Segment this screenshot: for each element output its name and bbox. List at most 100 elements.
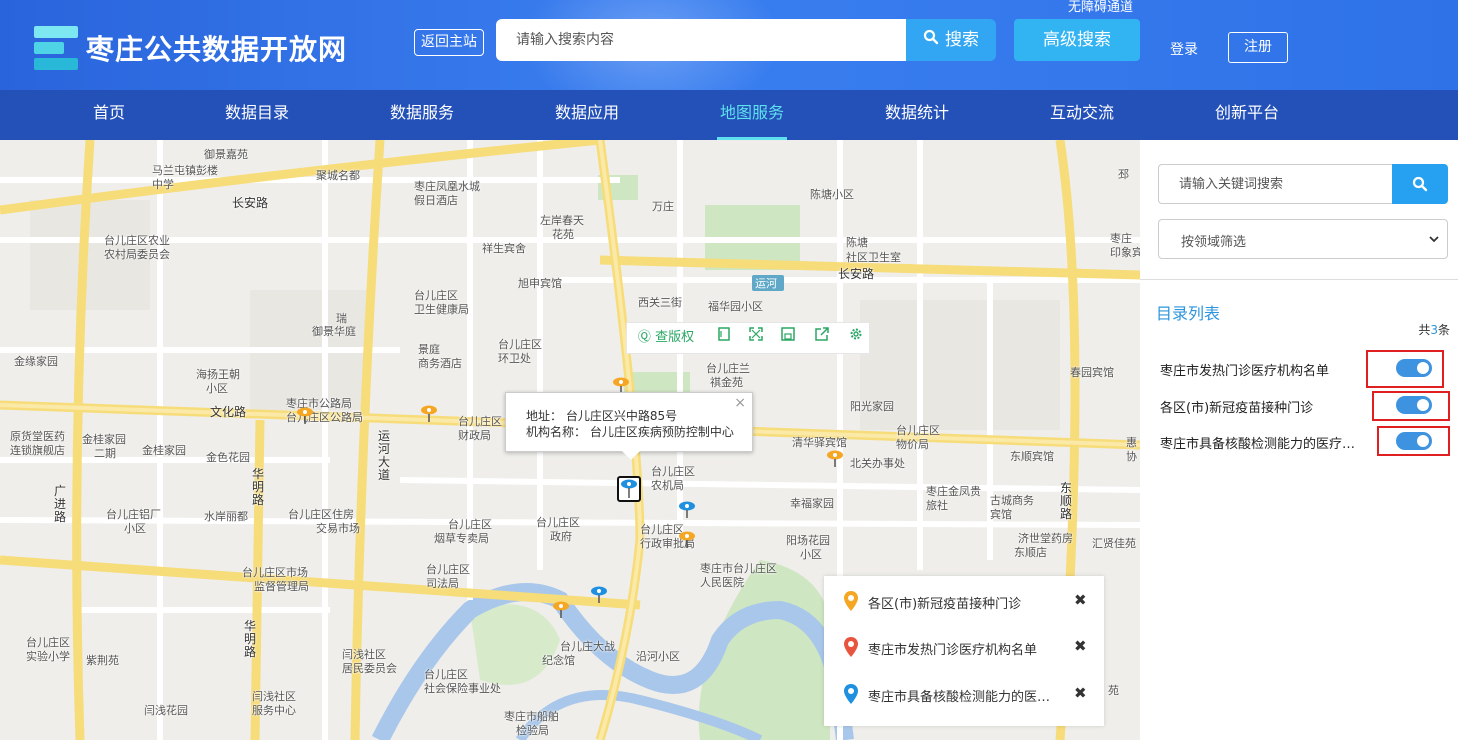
map-label: 台儿庄区 [414, 289, 458, 302]
map-label: 政府 [550, 530, 572, 543]
map-label: 运河大道 [378, 429, 391, 482]
count-prefix: 共 [1418, 323, 1431, 337]
testing-map-marker-icon[interactable] [678, 500, 696, 518]
map-label: 东顺路 [1060, 481, 1073, 521]
map-label: 广进路 [54, 484, 67, 524]
nav-data-service[interactable]: 数据服务 [387, 90, 457, 140]
map-label: 枣庄 [1110, 232, 1132, 245]
popup-org-name: 机构名称： 台儿庄区疾病预防控制中心 [526, 425, 734, 439]
keyword-search-input[interactable] [1159, 165, 1392, 203]
map-label: 华明路 [252, 467, 265, 507]
legend-item-vaccine: 各区(市)新冠疫苗接种门诊 ✖ [842, 590, 1098, 614]
vaccine-map-marker-icon[interactable] [678, 530, 696, 548]
domain-filter-value: 按领域筛选 [1181, 235, 1247, 250]
map-label: 台儿庄区 [458, 415, 502, 428]
search-icon [1412, 176, 1428, 192]
legend-item-fever: 枣庄市发热门诊医疗机构名单 ✖ [842, 636, 1098, 660]
nav-home[interactable]: 首页 [92, 90, 126, 140]
search-input[interactable] [496, 19, 906, 61]
map-label: 枣庄市台儿庄区 [700, 562, 777, 575]
advanced-search-button[interactable]: 高级搜索 [1014, 19, 1140, 61]
count-suffix: 条 [1437, 323, 1450, 337]
legend-remove-icon[interactable]: ✖ [1074, 684, 1087, 702]
map-label: 假日酒店 [414, 194, 458, 207]
barrier-free-link[interactable]: 无障碍通道 [1068, 0, 1133, 15]
map-label: 物价局 [896, 438, 929, 451]
map-label: 台儿庄区住房 [288, 508, 354, 521]
legend-label: 枣庄市具备核酸检测能力的医疗卫生机构名单 [868, 690, 1054, 705]
vaccine-map-marker-icon[interactable] [296, 406, 314, 424]
map-label: 小区 [800, 548, 822, 561]
settings-gear-icon[interactable] [845, 323, 867, 353]
nav-data-application[interactable]: 数据应用 [552, 90, 622, 140]
catalog-title: 目录列表 [1156, 304, 1221, 323]
copyright-label: 查版权 [655, 330, 695, 345]
selected-map-marker[interactable] [617, 476, 641, 502]
catalog-count: 共3条 [1418, 321, 1450, 338]
copyright-check-button[interactable]: Ⓠ 查版权 [633, 323, 699, 353]
layer-label: 各区(市)新冠疫苗接种门诊 [1160, 401, 1314, 416]
popup-close-icon[interactable]: × [734, 395, 746, 411]
main-nav: 首页 数据目录 数据服务 数据应用 地图服务 数据统计 互动交流 创新平台 [0, 90, 1458, 140]
login-link[interactable]: 登录 [1170, 39, 1198, 59]
popup-pointer [622, 451, 640, 460]
info-popup: × 地址： 台儿庄区兴中路85号 机构名称： 台儿庄区疾病预防控制中心 [505, 392, 753, 460]
legend-remove-icon[interactable]: ✖ [1074, 591, 1087, 609]
fullscreen-icon[interactable] [745, 323, 767, 353]
legend-remove-icon[interactable]: ✖ [1074, 637, 1087, 655]
site-title[interactable]: 枣庄公共数据开放网 [86, 28, 347, 68]
copy-icon[interactable] [713, 323, 735, 353]
map-label: 清华驿宾馆 [792, 436, 847, 449]
nav-map-service[interactable]: 地图服务 [717, 90, 787, 140]
count-value: 3 [1430, 323, 1438, 337]
vaccine-map-marker-icon[interactable] [552, 600, 570, 618]
map-label: 紫荆苑 [86, 654, 119, 667]
save-icon[interactable] [777, 323, 799, 353]
map-label: 农村局委员会 [104, 248, 170, 261]
domain-filter-select[interactable]: 按领域筛选 [1158, 219, 1448, 259]
keyword-search-button[interactable] [1392, 164, 1448, 204]
map-canvas[interactable]: 御景嘉苑 马兰屯镇彭楼 中学 聚城名都 枣庄凤凰水城 假日酒店 邳 长安路 万庄… [0, 140, 1140, 740]
map-label: 监督管理局 [254, 580, 309, 593]
testing-map-marker-icon [621, 479, 637, 498]
map-label: 陈塘 [846, 236, 868, 249]
share-icon[interactable] [811, 323, 833, 353]
map-label: 运河 [755, 277, 777, 290]
keyword-search-field[interactable] [1158, 164, 1392, 204]
map-label: 卫生健康局 [414, 303, 469, 316]
register-button[interactable]: 注册 [1228, 32, 1288, 63]
back-to-main-button[interactable]: 返回主站 [414, 29, 484, 56]
map-label: 金桂家园 [142, 444, 186, 457]
map-label: 闫浅社区 [252, 690, 296, 703]
map-label: 检验局 [516, 724, 549, 737]
testing-map-marker-icon[interactable] [590, 585, 608, 603]
map-label: 烟草专卖局 [434, 532, 489, 545]
site-logo-icon[interactable] [34, 26, 78, 70]
map-label: 台儿庄区市场 [242, 566, 308, 579]
map-label: 华明路 [244, 619, 257, 659]
nav-interaction[interactable]: 互动交流 [1047, 90, 1117, 140]
nav-data-statistics[interactable]: 数据统计 [882, 90, 952, 140]
vaccine-map-marker-icon[interactable] [420, 404, 438, 422]
legend-label: 各区(市)新冠疫苗接种门诊 [868, 597, 1022, 612]
vaccine-map-marker-icon[interactable] [826, 449, 844, 467]
map-legend: 各区(市)新冠疫苗接种门诊 ✖ 枣庄市发热门诊医疗机构名单 ✖ 枣庄市具备核酸检… [824, 576, 1104, 726]
map-label: 海扬王朝 [196, 368, 240, 381]
panel-divider [1140, 279, 1458, 280]
legend-label: 枣庄市发热门诊医疗机构名单 [868, 643, 1038, 658]
nav-innovation[interactable]: 创新平台 [1212, 90, 1282, 140]
map-label: 农机局 [651, 479, 684, 492]
search-button[interactable]: 搜索 [906, 19, 996, 61]
map-label: 北关办事处 [850, 457, 905, 470]
map-label: 财政局 [458, 429, 491, 442]
search-field[interactable] [496, 19, 906, 61]
map-label: 台儿庄区 [536, 516, 580, 529]
map-label: 台儿庄区农业 [104, 234, 170, 247]
map-label: 台儿庄区 [448, 518, 492, 531]
map-label: 原货堂医药 [10, 430, 65, 443]
nav-data-catalog[interactable]: 数据目录 [222, 90, 292, 140]
map-label: 东顺宾馆 [1010, 450, 1054, 463]
map-label: 闫浅社区 [342, 648, 386, 661]
map-label: 人民医院 [700, 576, 744, 589]
map-label: 济世堂药房 [1018, 532, 1073, 545]
